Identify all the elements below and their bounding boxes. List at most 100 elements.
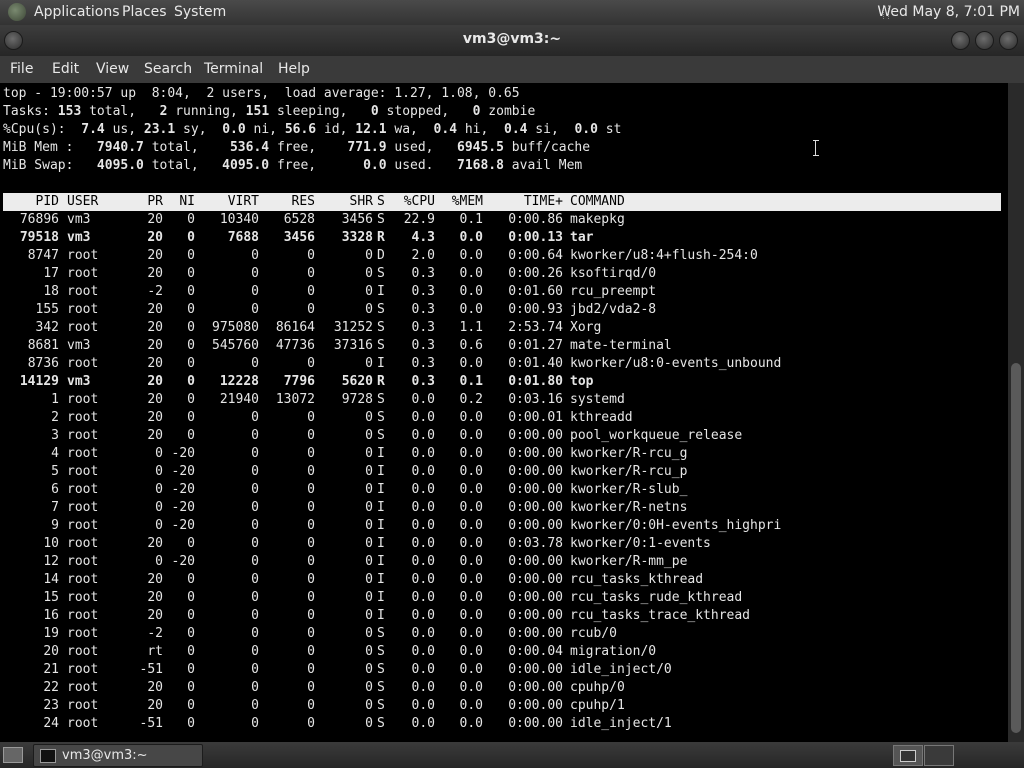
pr-cell: 20: [147, 356, 163, 371]
summary-segment: 4095.0: [96, 158, 144, 173]
state-cell: I: [377, 554, 385, 569]
state-cell: S: [377, 338, 385, 353]
command-cell: kthreadd: [570, 410, 633, 425]
summary-line: MiB Swap: 4095.0 total, 4095.0 free, 0.0…: [3, 157, 582, 175]
virt-cell: 10340: [219, 212, 259, 227]
menu-help[interactable]: Help: [278, 61, 310, 77]
pid-cell: 5: [51, 464, 59, 479]
res-cell: 7796: [283, 374, 315, 389]
minimize-icon[interactable]: [951, 31, 970, 50]
cpu-cell: 0.0: [411, 446, 435, 461]
virt-cell: 0: [251, 662, 259, 677]
command-cell: kworker/0:1-events: [570, 536, 711, 551]
menu-search[interactable]: Search: [144, 61, 192, 77]
shr-cell: 0: [365, 446, 373, 461]
res-cell: 47736: [275, 338, 315, 353]
summary-segment: MiB Swap:: [3, 158, 97, 173]
user-cell: root: [67, 248, 99, 263]
time-cell: 0:00.64: [508, 248, 563, 263]
menu-terminal[interactable]: Terminal: [204, 61, 263, 77]
workspace-1[interactable]: [893, 745, 923, 766]
pr-cell: 20: [147, 212, 163, 227]
show-desktop-icon[interactable]: [3, 747, 23, 763]
ni-cell: 0: [187, 302, 195, 317]
maximize-icon[interactable]: [975, 31, 994, 50]
pr-cell: 20: [147, 428, 163, 443]
summary-line: Tasks: 153 total, 2 running, 151 sleepin…: [3, 103, 535, 121]
res-cell: 0: [307, 410, 315, 425]
window-titlebar[interactable]: vm3@vm3:~: [0, 25, 1024, 56]
user-cell: root: [67, 284, 99, 299]
shr-cell: 0: [365, 572, 373, 587]
res-cell: 6528: [283, 212, 315, 227]
terminal-scrollbar[interactable]: [1008, 83, 1024, 742]
mem-cell: 0.0: [459, 428, 483, 443]
user-cell: root: [67, 554, 99, 569]
command-cell: tar: [570, 230, 594, 245]
taskbar-item-label: vm3@vm3:~: [62, 748, 148, 763]
table-row: 342 root 20 0 975080 86164 31252 S 0.3 1.1 2:53.74…: [3, 319, 1001, 337]
summary-segment: 23.1: [143, 122, 176, 137]
time-cell: 0:00.00: [508, 680, 563, 695]
user-cell: root: [67, 446, 99, 461]
state-cell: I: [377, 482, 385, 497]
res-cell: 0: [307, 446, 315, 461]
command-cell: cpuhp/0: [570, 680, 625, 695]
table-row: 155 root 20 0 0 0 0 S 0.3 0.0 0:00.93 jbd2/vda2-8: [3, 301, 1001, 319]
menu-view[interactable]: View: [96, 61, 129, 77]
cpu-cell: 0.0: [411, 482, 435, 497]
mem-cell: 0.0: [459, 446, 483, 461]
column-header-time: TIME+: [523, 194, 563, 209]
res-cell: 13072: [275, 392, 315, 407]
summary-segment: 771.9: [347, 140, 387, 155]
applications-menu[interactable]: Applications: [34, 4, 120, 20]
taskbar-item-terminal[interactable]: vm3@vm3:~: [33, 744, 203, 767]
workspace-2[interactable]: [924, 745, 954, 766]
summary-segment: total,: [81, 104, 160, 119]
mem-cell: 0.0: [459, 230, 483, 245]
mem-cell: 0.0: [459, 590, 483, 605]
summary-segment: us,: [104, 122, 144, 137]
mem-cell: 0.0: [459, 716, 483, 731]
column-header-shr: SHR: [349, 194, 373, 209]
res-cell: 0: [307, 464, 315, 479]
mem-cell: 0.0: [459, 680, 483, 695]
time-cell: 0:00.93: [508, 302, 563, 317]
mem-cell: 0.0: [459, 410, 483, 425]
user-cell: root: [67, 680, 99, 695]
cpu-cell: 0.0: [411, 680, 435, 695]
user-cell: root: [67, 320, 99, 335]
time-cell: 0:00.00: [508, 626, 563, 641]
menu-file[interactable]: File: [10, 61, 33, 77]
cpu-cell: 0.0: [411, 716, 435, 731]
cpu-cell: 0.0: [411, 662, 435, 677]
res-cell: 0: [307, 428, 315, 443]
places-menu[interactable]: Places: [122, 4, 167, 20]
res-cell: 0: [307, 554, 315, 569]
summary-segment: 0: [370, 104, 379, 119]
mem-cell: 0.2: [459, 392, 483, 407]
terminal-area[interactable]: top - 19:00:57 up 8:04, 2 users, load av…: [0, 83, 1008, 742]
menu-edit[interactable]: Edit: [52, 61, 79, 77]
cpu-cell: 0.3: [411, 338, 435, 353]
scrollbar-thumb[interactable]: [1011, 363, 1021, 733]
virt-cell: 0: [251, 626, 259, 641]
summary-segment: stopped,: [378, 104, 473, 119]
column-header-res: RES: [291, 194, 315, 209]
mem-cell: 0.6: [459, 338, 483, 353]
mem-cell: 0.0: [459, 464, 483, 479]
time-cell: 0:01.40: [508, 356, 563, 371]
close-icon[interactable]: [999, 31, 1018, 50]
cpu-cell: 0.0: [411, 698, 435, 713]
table-row: 20 root rt 0 0 0 0 S 0.0 0.0 0:00.04 migration/0: [3, 643, 1001, 661]
shr-cell: 0: [365, 518, 373, 533]
cpu-cell: 22.9: [403, 212, 435, 227]
time-cell: 0:00.26: [508, 266, 563, 281]
system-menu[interactable]: System: [174, 4, 226, 20]
cpu-cell: 0.0: [411, 500, 435, 515]
time-cell: 0:03.78: [508, 536, 563, 551]
cpu-cell: 0.0: [411, 590, 435, 605]
command-cell: kworker/R-rcu_g: [570, 446, 688, 461]
clock[interactable]: Wed May 8, 7:01 PM: [877, 4, 1020, 20]
distro-logo-icon[interactable]: [8, 3, 26, 21]
